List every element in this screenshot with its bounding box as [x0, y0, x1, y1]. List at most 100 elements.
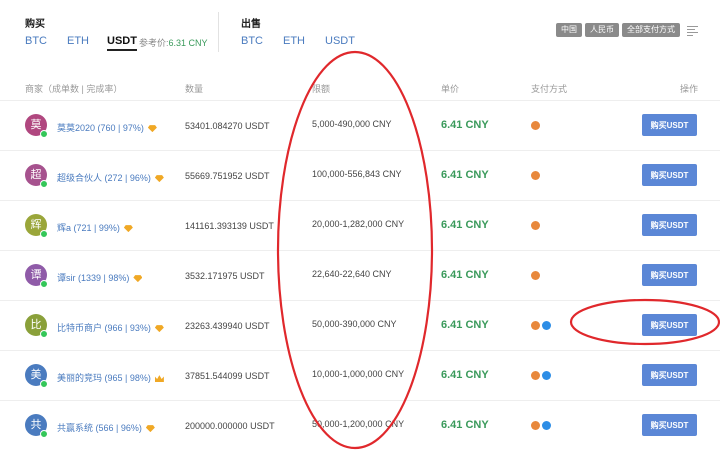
online-indicator	[40, 230, 48, 238]
payment-methods	[531, 321, 551, 330]
buy-usdt-button[interactable]: 购买USDT	[642, 114, 697, 136]
quantity: 200000.000000 USDT	[185, 421, 275, 431]
quantity: 23263.439940 USDT	[185, 321, 270, 331]
online-indicator	[40, 130, 48, 138]
sell-label: 出售	[241, 19, 261, 30]
unit-price: 6.41 CNY	[441, 219, 489, 231]
table-row: 辉辉a (721 | 99%) 141161.393139 USDT 20,000-…	[0, 200, 720, 251]
bank-card-icon	[531, 271, 540, 280]
merchant-link[interactable]: 美丽的竞玛 (965 | 98%)	[57, 371, 164, 384]
unit-price: 6.41 CNY	[441, 369, 489, 381]
payment-methods	[531, 371, 551, 380]
buy-usdt-button[interactable]: 购买USDT	[642, 364, 697, 386]
table-header: 商家（成单数 | 完成率） 数量 限额 单价 支付方式 操作	[0, 82, 720, 96]
filter-payment[interactable]: 全部支付方式	[622, 23, 680, 37]
sell-tab-btc[interactable]: BTC	[241, 35, 263, 47]
diamond-icon	[154, 175, 164, 183]
quantity: 37851.544099 USDT	[185, 371, 270, 381]
online-indicator	[40, 280, 48, 288]
divider	[218, 12, 219, 52]
buy-usdt-button[interactable]: 购买USDT	[642, 264, 697, 286]
quantity: 3532.171975 USDT	[185, 271, 265, 281]
merchant-name[interactable]: 美丽的竞玛 (965 | 98%)	[57, 373, 151, 383]
alipay-icon	[542, 371, 551, 380]
reference-price-value: 6.31 CNY	[168, 38, 208, 48]
unit-price: 6.41 CNY	[441, 119, 489, 131]
bank-card-icon	[531, 321, 540, 330]
merchant-name[interactable]: 比特币商户 (966 | 93%)	[57, 323, 151, 333]
unit-price: 6.41 CNY	[441, 169, 489, 181]
merchant-link[interactable]: 谭sir (1339 | 98%)	[57, 271, 143, 284]
table-row: 共共赢系统 (566 | 96%) 200000.000000 USDT 50,00…	[0, 400, 720, 451]
table-row: 莫莫莫2020 (760 | 97%) 53401.084270 USDT 5,00…	[0, 100, 720, 151]
online-indicator	[40, 380, 48, 388]
buy-usdt-button[interactable]: 购买USDT	[642, 314, 697, 336]
quantity: 141161.393139 USDT	[185, 221, 274, 231]
header-action: 操作	[680, 84, 699, 94]
filter-bar: 中国 人民币 全部支付方式	[556, 23, 700, 37]
buy-tab-usdt[interactable]: USDT	[107, 35, 137, 51]
table-row: 比比特币商户 (966 | 93%) 23263.439940 USDT 50,00…	[0, 300, 720, 351]
filter-currency[interactable]: 人民币	[585, 23, 619, 37]
buy-usdt-button[interactable]: 购买USDT	[642, 214, 697, 236]
diamond-icon	[133, 275, 143, 283]
merchant-link[interactable]: 共赢系统 (566 | 96%)	[57, 421, 155, 434]
merchant-name[interactable]: 超级合伙人 (272 | 96%)	[57, 173, 151, 183]
quantity: 53401.084270 USDT	[185, 121, 270, 131]
payment-methods	[531, 221, 540, 230]
diamond-icon	[123, 225, 133, 233]
alipay-icon	[542, 421, 551, 430]
reference-price-label: 参考价:	[139, 38, 169, 48]
bank-card-icon	[531, 371, 540, 380]
bank-card-icon	[531, 121, 540, 130]
payment-methods	[531, 271, 540, 280]
unit-price: 6.41 CNY	[441, 319, 489, 331]
diamond-icon	[145, 425, 155, 433]
limit: 20,000-1,282,000 CNY	[312, 219, 405, 229]
merchant-link[interactable]: 超级合伙人 (272 | 96%)	[57, 171, 164, 184]
limit: 10,000-1,000,000 CNY	[312, 369, 405, 379]
merchant-link[interactable]: 莫莫2020 (760 | 97%)	[57, 121, 157, 134]
online-indicator	[40, 330, 48, 338]
limit: 50,000-1,200,000 CNY	[312, 419, 405, 429]
header-payment: 支付方式	[531, 84, 568, 94]
bank-card-icon	[531, 221, 540, 230]
bank-card-icon	[531, 171, 540, 180]
header-price: 单价	[441, 84, 460, 94]
payment-methods	[531, 121, 540, 130]
sell-tab-eth[interactable]: ETH	[283, 35, 305, 47]
alipay-icon	[542, 321, 551, 330]
buy-usdt-button[interactable]: 购买USDT	[642, 164, 697, 186]
crown-icon	[154, 375, 164, 383]
merchant-name[interactable]: 共赢系统 (566 | 96%)	[57, 423, 142, 433]
buy-tab-eth[interactable]: ETH	[67, 35, 89, 47]
merchant-name[interactable]: 辉a (721 | 99%)	[57, 223, 120, 233]
payment-methods	[531, 171, 540, 180]
sell-tab-usdt[interactable]: USDT	[325, 35, 355, 47]
filter-list-icon[interactable]	[686, 24, 700, 36]
limit: 50,000-390,000 CNY	[312, 319, 397, 329]
table-row: 美美丽的竞玛 (965 | 98%) 37851.544099 USDT 10,00…	[0, 350, 720, 401]
quantity: 55669.751952 USDT	[185, 171, 270, 181]
filter-country[interactable]: 中国	[556, 23, 582, 37]
unit-price: 6.41 CNY	[441, 419, 489, 431]
buy-label: 购买	[25, 19, 45, 30]
unit-price: 6.41 CNY	[441, 269, 489, 281]
payment-methods	[531, 421, 551, 430]
merchant-link[interactable]: 辉a (721 | 99%)	[57, 221, 133, 234]
merchant-name[interactable]: 莫莫2020 (760 | 97%)	[57, 123, 144, 133]
header-merchant: 商家（成单数 | 完成率）	[25, 84, 123, 94]
limit: 100,000-556,843 CNY	[312, 169, 402, 179]
buy-tab-btc[interactable]: BTC	[25, 35, 47, 47]
reference-price: 参考价:6.31 CNY	[139, 36, 208, 49]
online-indicator	[40, 430, 48, 438]
table-row: 超超级合伙人 (272 | 96%) 55669.751952 USDT 100,0…	[0, 150, 720, 201]
limit: 22,640-22,640 CNY	[312, 269, 392, 279]
merchant-name[interactable]: 谭sir (1339 | 98%)	[57, 273, 129, 283]
trade-header: 购买 BTC ETH USDT 参考价:6.31 CNY 出售 BTC ETH …	[0, 0, 720, 62]
diamond-icon	[154, 325, 164, 333]
buy-usdt-button[interactable]: 购买USDT	[642, 414, 697, 436]
merchant-link[interactable]: 比特币商户 (966 | 93%)	[57, 321, 164, 334]
table-row: 谭谭sir (1339 | 98%) 3532.171975 USDT 22,640…	[0, 250, 720, 301]
diamond-icon	[147, 125, 157, 133]
